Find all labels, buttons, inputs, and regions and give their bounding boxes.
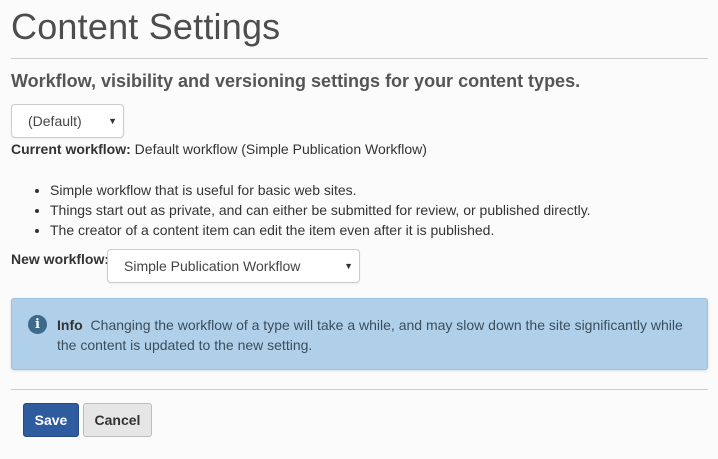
chevron-down-icon: ▼	[344, 261, 353, 271]
chevron-down-icon: ▼	[108, 116, 117, 126]
new-workflow-select[interactable]: Simple Publication Workflow ▼	[107, 249, 360, 283]
new-workflow-label: New workflow:	[11, 251, 110, 267]
save-button[interactable]: Save	[23, 403, 79, 437]
info-message: Info Changing the workflow of a type wil…	[57, 315, 697, 355]
page-title: Content Settings	[11, 6, 281, 47]
list-item: Things start out as private, and can eit…	[50, 200, 591, 220]
workflow-description-list: Simple workflow that is useful for basic…	[50, 180, 591, 240]
current-workflow: Current workflow: Default workflow (Simp…	[11, 141, 427, 157]
info-alert: i Info Changing the workflow of a type w…	[11, 298, 708, 370]
new-workflow-select-value: Simple Publication Workflow	[124, 258, 301, 274]
cancel-button[interactable]: Cancel	[83, 403, 152, 437]
form-divider	[11, 389, 708, 390]
page-subtitle: Workflow, visibility and versioning sett…	[11, 71, 581, 91]
content-type-select[interactable]: (Default) ▼	[11, 104, 124, 138]
content-type-select-value: (Default)	[28, 113, 82, 129]
info-title: Info	[57, 317, 83, 333]
title-divider	[11, 58, 708, 59]
list-item: The creator of a content item can edit t…	[50, 220, 591, 240]
current-workflow-label: Current workflow:	[11, 141, 131, 157]
info-text: Changing the workflow of a type will tak…	[57, 317, 683, 353]
current-workflow-value: Default workflow (Simple Publication Wor…	[134, 141, 427, 157]
list-item: Simple workflow that is useful for basic…	[50, 180, 591, 200]
info-icon: i	[28, 315, 47, 334]
